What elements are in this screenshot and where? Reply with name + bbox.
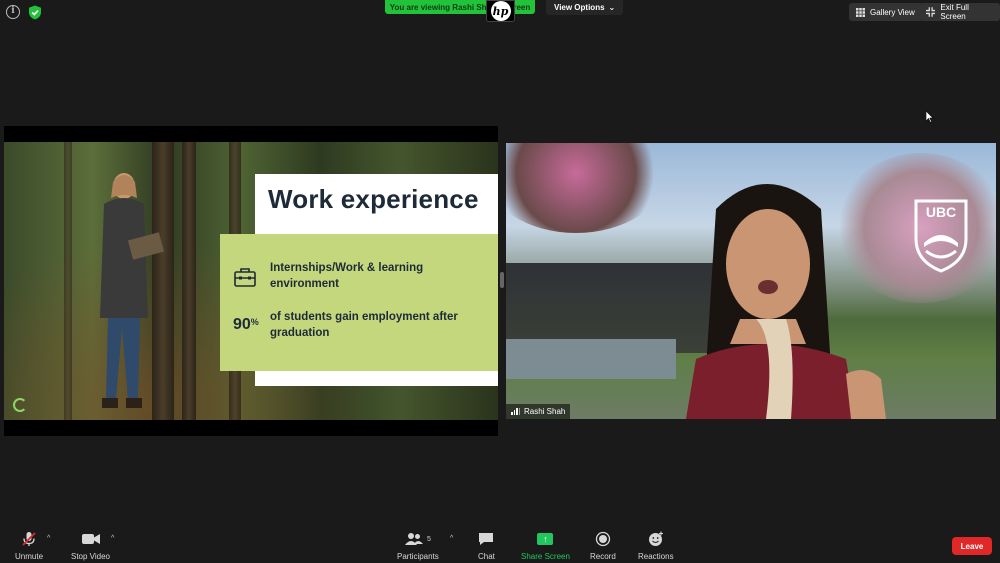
chat-button[interactable]: Chat xyxy=(478,531,495,561)
presentation-slide: Work experience Internships/Work & learn… xyxy=(4,142,498,420)
gallery-view-label: Gallery View xyxy=(870,7,915,17)
exit-fullscreen-icon xyxy=(926,7,936,17)
speaker-person-image xyxy=(686,184,886,419)
microphone-muted-icon xyxy=(22,532,36,546)
meeting-controls-toolbar: Unmute ^ Stop Video ^ 5 Participants ^ C… xyxy=(0,526,1000,563)
tree-trunk-image xyxy=(182,142,196,420)
chat-label: Chat xyxy=(478,552,495,561)
stop-video-label: Stop Video xyxy=(71,552,110,561)
employment-stat: 90% xyxy=(233,316,259,334)
participants-label: Participants xyxy=(397,552,439,561)
participant-name-tag: Rashi Shah xyxy=(506,404,571,419)
participants-icon xyxy=(404,533,423,545)
share-screen-label: Share Screen xyxy=(521,552,570,561)
slide-content-box: Internships/Work & learning environment … xyxy=(220,234,498,371)
participants-button[interactable]: 5 Participants xyxy=(397,531,439,561)
toolbox-icon xyxy=(234,268,256,287)
slide-title-box: Work experience xyxy=(255,174,498,233)
reactions-label: Reactions xyxy=(638,552,674,561)
share-screen-arrow-icon: ↑ xyxy=(537,533,554,545)
hp-logo: hp xyxy=(486,0,515,22)
view-options-button[interactable]: View Options ⌄ xyxy=(546,0,624,15)
forest-researcher-image xyxy=(100,173,165,408)
split-view-handle[interactable] xyxy=(500,272,504,288)
unmute-label: Unmute xyxy=(15,552,44,561)
ubc-logo: UBC xyxy=(914,199,968,273)
share-screen-button[interactable]: ↑ Share Screen xyxy=(521,531,570,561)
ubc-logo-text: UBC xyxy=(926,204,956,220)
shield-check-icon[interactable] xyxy=(28,5,42,20)
exit-full-screen-label: Exit Full Screen xyxy=(940,3,969,21)
gallery-view-button[interactable]: Gallery View xyxy=(849,3,922,21)
stat-value: 90 xyxy=(233,316,251,333)
video-camera-icon xyxy=(81,534,100,544)
slide-title: Work experience xyxy=(268,184,479,214)
slide-item-employment: of students gain employment after gradua… xyxy=(270,311,458,339)
meeting-status-icons: i xyxy=(6,5,42,20)
exit-full-screen-button[interactable]: Exit Full Screen xyxy=(919,3,1000,21)
reflecting-pool-image xyxy=(506,339,676,379)
grid-icon xyxy=(856,7,865,17)
stop-video-button[interactable]: Stop Video xyxy=(71,531,110,561)
smiley-face-icon xyxy=(648,531,663,546)
signal-strength-icon xyxy=(511,408,520,415)
video-options-chevron-icon[interactable]: ^ xyxy=(111,535,114,542)
unmute-button[interactable]: Unmute xyxy=(15,531,43,561)
leave-label: Leave xyxy=(960,541,984,551)
chevron-down-icon: ⌄ xyxy=(608,3,616,12)
mouse-cursor-icon xyxy=(926,111,934,123)
participants-options-chevron-icon[interactable]: ^ xyxy=(450,535,453,542)
record-icon xyxy=(595,531,611,547)
record-label: Record xyxy=(590,552,616,561)
audio-options-chevron-icon[interactable]: ^ xyxy=(47,535,50,542)
view-options-label: View Options xyxy=(554,3,605,12)
record-button[interactable]: Record xyxy=(590,531,616,561)
chat-bubble-icon xyxy=(479,533,494,545)
loading-spinner-icon xyxy=(13,398,27,412)
magnolia-tree-image xyxy=(506,143,666,233)
hp-logo-mark: hp xyxy=(490,1,511,21)
reactions-button[interactable]: Reactions xyxy=(638,531,674,561)
stat-unit: % xyxy=(250,317,259,327)
tree-trunk-image xyxy=(64,142,72,420)
info-icon[interactable]: i xyxy=(6,5,20,19)
leave-meeting-button[interactable]: Leave xyxy=(952,537,992,555)
participants-count: 5 xyxy=(426,535,431,543)
shared-screen: Work experience Internships/Work & learn… xyxy=(4,126,498,436)
participant-name: Rashi Shah xyxy=(524,407,566,416)
slide-item-internships: Internships/Work & learning environment xyxy=(270,262,424,290)
speaker-video-tile[interactable]: UBC Rashi Shah xyxy=(506,143,996,419)
